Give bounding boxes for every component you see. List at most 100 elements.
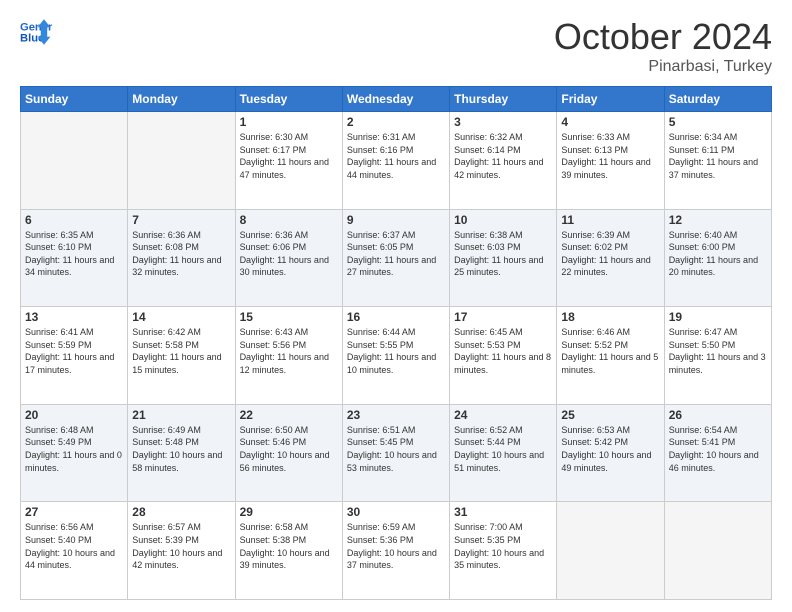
day-number: 14 xyxy=(132,310,230,324)
title-block: October 2024 Pinarbasi, Turkey xyxy=(554,16,772,76)
day-number: 5 xyxy=(669,115,767,129)
day-info: Sunrise: 6:31 AMSunset: 6:16 PMDaylight:… xyxy=(347,131,445,181)
calendar-cell: 31Sunrise: 7:00 AMSunset: 5:35 PMDayligh… xyxy=(450,502,557,600)
calendar-cell: 8 Sunrise: 6:36 AMSunset: 6:06 PMDaylight… xyxy=(235,209,342,307)
day-info: Sunrise: 6:36 AMSunset: 6:08 PMDaylight:… xyxy=(132,229,230,279)
day-number: 15 xyxy=(240,310,338,324)
calendar-cell: 14 Sunrise: 6:42 AMSunset: 5:58 PMDayligh… xyxy=(128,307,235,405)
day-info: Sunrise: 6:32 AMSunset: 6:14 PMDaylight:… xyxy=(454,131,552,181)
calendar-cell: 1Sunrise: 6:30 AMSunset: 6:17 PMDaylight… xyxy=(235,112,342,210)
calendar-cell: 28 Sunrise: 6:57 AMSunset: 5:39 PMDayligh… xyxy=(128,502,235,600)
calendar-week-row: 20 Sunrise: 6:48 AMSunset: 5:49 PMDayligh… xyxy=(21,404,772,502)
page: General Blue October 2024 Pinarbasi, Tur… xyxy=(0,0,792,612)
day-number: 8 xyxy=(240,213,338,227)
calendar-cell: 29 Sunrise: 6:58 AMSunset: 5:38 PMDayligh… xyxy=(235,502,342,600)
calendar-cell: 2 Sunrise: 6:31 AMSunset: 6:16 PMDaylight… xyxy=(342,112,449,210)
day-number: 19 xyxy=(669,310,767,324)
calendar-cell: 11 Sunrise: 6:39 AMSunset: 6:02 PMDayligh… xyxy=(557,209,664,307)
day-number: 28 xyxy=(132,505,230,519)
calendar-cell: 25 Sunrise: 6:53 AMSunset: 5:42 PMDayligh… xyxy=(557,404,664,502)
day-info: Sunrise: 6:35 AMSunset: 6:10 PMDaylight:… xyxy=(25,229,123,279)
day-number: 11 xyxy=(561,213,659,227)
calendar-week-row: 1Sunrise: 6:30 AMSunset: 6:17 PMDaylight… xyxy=(21,112,772,210)
calendar-cell: 6Sunrise: 6:35 AMSunset: 6:10 PMDaylight… xyxy=(21,209,128,307)
day-number: 23 xyxy=(347,408,445,422)
day-number: 20 xyxy=(25,408,123,422)
day-info: Sunrise: 6:50 AMSunset: 5:46 PMDaylight:… xyxy=(240,424,338,474)
logo-icon: General Blue xyxy=(20,16,52,48)
col-thursday: Thursday xyxy=(450,87,557,112)
day-info: Sunrise: 6:30 AMSunset: 6:17 PMDaylight:… xyxy=(240,131,338,181)
month-title: October 2024 xyxy=(554,16,772,58)
day-number: 13 xyxy=(25,310,123,324)
day-info: Sunrise: 6:57 AMSunset: 5:39 PMDaylight:… xyxy=(132,521,230,571)
calendar-cell: 17Sunrise: 6:45 AMSunset: 5:53 PMDayligh… xyxy=(450,307,557,405)
day-info: Sunrise: 6:39 AMSunset: 6:02 PMDaylight:… xyxy=(561,229,659,279)
calendar-cell: 23 Sunrise: 6:51 AMSunset: 5:45 PMDayligh… xyxy=(342,404,449,502)
calendar-cell: 21Sunrise: 6:49 AMSunset: 5:48 PMDayligh… xyxy=(128,404,235,502)
day-number: 18 xyxy=(561,310,659,324)
day-number: 29 xyxy=(240,505,338,519)
calendar-week-row: 27 Sunrise: 6:56 AMSunset: 5:40 PMDayligh… xyxy=(21,502,772,600)
day-info: Sunrise: 6:42 AMSunset: 5:58 PMDaylight:… xyxy=(132,326,230,376)
day-number: 30 xyxy=(347,505,445,519)
day-number: 24 xyxy=(454,408,552,422)
day-info: Sunrise: 6:59 AMSunset: 5:36 PMDaylight:… xyxy=(347,521,445,571)
calendar-week-row: 6Sunrise: 6:35 AMSunset: 6:10 PMDaylight… xyxy=(21,209,772,307)
calendar-week-row: 13 Sunrise: 6:41 AMSunset: 5:59 PMDayligh… xyxy=(21,307,772,405)
calendar-table: Sunday Monday Tuesday Wednesday Thursday… xyxy=(20,86,772,600)
day-info: Sunrise: 6:54 AMSunset: 5:41 PMDaylight:… xyxy=(669,424,767,474)
calendar-cell xyxy=(21,112,128,210)
location-subtitle: Pinarbasi, Turkey xyxy=(554,58,772,76)
day-info: Sunrise: 6:38 AMSunset: 6:03 PMDaylight:… xyxy=(454,229,552,279)
day-number: 4 xyxy=(561,115,659,129)
col-sunday: Sunday xyxy=(21,87,128,112)
day-number: 16 xyxy=(347,310,445,324)
day-info: Sunrise: 6:48 AMSunset: 5:49 PMDaylight:… xyxy=(25,424,123,474)
calendar-cell: 10 Sunrise: 6:38 AMSunset: 6:03 PMDayligh… xyxy=(450,209,557,307)
day-number: 31 xyxy=(454,505,552,519)
calendar-cell: 16 Sunrise: 6:44 AMSunset: 5:55 PMDayligh… xyxy=(342,307,449,405)
day-number: 25 xyxy=(561,408,659,422)
day-info: Sunrise: 6:37 AMSunset: 6:05 PMDaylight:… xyxy=(347,229,445,279)
day-number: 27 xyxy=(25,505,123,519)
col-saturday: Saturday xyxy=(664,87,771,112)
calendar-cell: 9Sunrise: 6:37 AMSunset: 6:05 PMDaylight… xyxy=(342,209,449,307)
calendar-cell: 18 Sunrise: 6:46 AMSunset: 5:52 PMDayligh… xyxy=(557,307,664,405)
calendar-cell: 20 Sunrise: 6:48 AMSunset: 5:49 PMDayligh… xyxy=(21,404,128,502)
day-info: Sunrise: 6:41 AMSunset: 5:59 PMDaylight:… xyxy=(25,326,123,376)
day-info: Sunrise: 6:33 AMSunset: 6:13 PMDaylight:… xyxy=(561,131,659,181)
col-monday: Monday xyxy=(128,87,235,112)
day-info: Sunrise: 6:44 AMSunset: 5:55 PMDaylight:… xyxy=(347,326,445,376)
day-info: Sunrise: 6:45 AMSunset: 5:53 PMDaylight:… xyxy=(454,326,552,376)
calendar-cell: 5 Sunrise: 6:34 AMSunset: 6:11 PMDaylight… xyxy=(664,112,771,210)
day-info: Sunrise: 6:53 AMSunset: 5:42 PMDaylight:… xyxy=(561,424,659,474)
day-number: 7 xyxy=(132,213,230,227)
calendar-cell: 30 Sunrise: 6:59 AMSunset: 5:36 PMDayligh… xyxy=(342,502,449,600)
day-info: Sunrise: 6:36 AMSunset: 6:06 PMDaylight:… xyxy=(240,229,338,279)
day-number: 10 xyxy=(454,213,552,227)
day-number: 22 xyxy=(240,408,338,422)
day-info: Sunrise: 6:51 AMSunset: 5:45 PMDaylight:… xyxy=(347,424,445,474)
day-info: Sunrise: 6:56 AMSunset: 5:40 PMDaylight:… xyxy=(25,521,123,571)
logo: General Blue xyxy=(20,16,52,48)
day-number: 12 xyxy=(669,213,767,227)
col-wednesday: Wednesday xyxy=(342,87,449,112)
day-info: Sunrise: 6:46 AMSunset: 5:52 PMDaylight:… xyxy=(561,326,659,376)
day-info: Sunrise: 6:47 AMSunset: 5:50 PMDaylight:… xyxy=(669,326,767,376)
day-number: 26 xyxy=(669,408,767,422)
calendar-cell: 12 Sunrise: 6:40 AMSunset: 6:00 PMDayligh… xyxy=(664,209,771,307)
header: General Blue October 2024 Pinarbasi, Tur… xyxy=(20,16,772,76)
calendar-cell xyxy=(557,502,664,600)
day-info: Sunrise: 6:58 AMSunset: 5:38 PMDaylight:… xyxy=(240,521,338,571)
calendar-cell: 22 Sunrise: 6:50 AMSunset: 5:46 PMDayligh… xyxy=(235,404,342,502)
col-friday: Friday xyxy=(557,87,664,112)
day-info: Sunrise: 6:52 AMSunset: 5:44 PMDaylight:… xyxy=(454,424,552,474)
calendar-cell: 4 Sunrise: 6:33 AMSunset: 6:13 PMDaylight… xyxy=(557,112,664,210)
day-number: 2 xyxy=(347,115,445,129)
day-info: Sunrise: 6:40 AMSunset: 6:00 PMDaylight:… xyxy=(669,229,767,279)
calendar-cell xyxy=(664,502,771,600)
col-tuesday: Tuesday xyxy=(235,87,342,112)
day-info: Sunrise: 6:49 AMSunset: 5:48 PMDaylight:… xyxy=(132,424,230,474)
day-info: Sunrise: 6:34 AMSunset: 6:11 PMDaylight:… xyxy=(669,131,767,181)
